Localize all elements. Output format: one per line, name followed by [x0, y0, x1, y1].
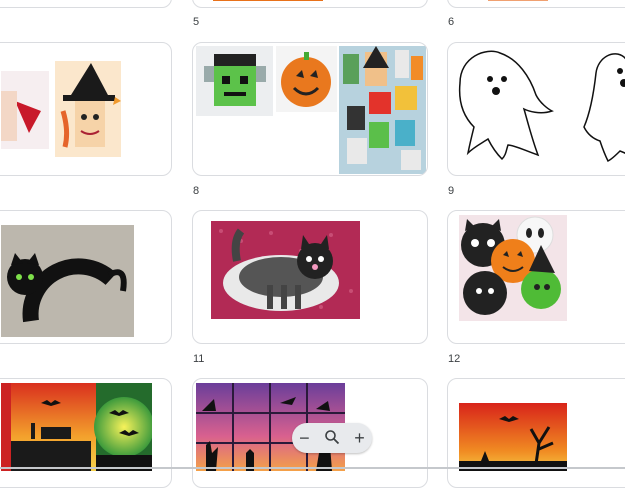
roll-characters-image — [339, 46, 426, 174]
roll-characters-icon — [339, 46, 426, 174]
halloween-circles-image — [459, 215, 567, 321]
vampire-icon — [1, 71, 49, 149]
page-card[interactable] — [192, 210, 428, 344]
cat-icon — [1, 225, 134, 337]
frankenstein-icon — [196, 46, 273, 116]
page-number: 6 — [448, 16, 455, 28]
bat-icon — [1, 383, 152, 471]
page-card[interactable] — [447, 210, 625, 344]
tree-icon — [459, 403, 567, 471]
page-card[interactable] — [447, 0, 625, 8]
witch-roll-image — [55, 61, 121, 157]
page-card[interactable] — [447, 42, 625, 176]
page-number: 5 — [193, 16, 200, 28]
witch-icon — [55, 61, 121, 157]
zoom-out-button[interactable]: − — [299, 429, 310, 447]
red-sunset-tree-image — [459, 403, 567, 471]
page-card[interactable] — [447, 378, 625, 488]
frankenstein-image — [196, 46, 273, 116]
page-number: 9 — [448, 185, 455, 197]
vampire-roll-image — [1, 71, 49, 149]
zoom-control: − + — [292, 423, 372, 453]
pumpkin-plate-image — [276, 46, 337, 112]
sunset-silhouette-image — [1, 383, 152, 471]
orange-strip — [488, 0, 548, 1]
ghost-icon — [458, 50, 625, 163]
page-card[interactable] — [192, 0, 428, 8]
orange-strip — [213, 0, 323, 1]
pumpkin-icon — [459, 215, 567, 321]
page-card[interactable] — [0, 0, 172, 8]
black-cat-plate-image — [211, 221, 360, 319]
page-card[interactable] — [0, 42, 172, 176]
page-card[interactable] — [192, 42, 428, 176]
zoom-in-button[interactable]: + — [354, 429, 365, 447]
page-number: 12 — [448, 353, 461, 365]
page-number: 8 — [193, 185, 200, 197]
paper-plate-cat-image — [1, 225, 134, 337]
page-number: 11 — [193, 353, 205, 365]
page-card[interactable] — [0, 378, 172, 488]
cat-icon — [211, 221, 360, 319]
zoom-icon[interactable] — [324, 429, 340, 448]
page-card[interactable] — [0, 210, 172, 344]
pumpkin-icon — [276, 46, 337, 112]
